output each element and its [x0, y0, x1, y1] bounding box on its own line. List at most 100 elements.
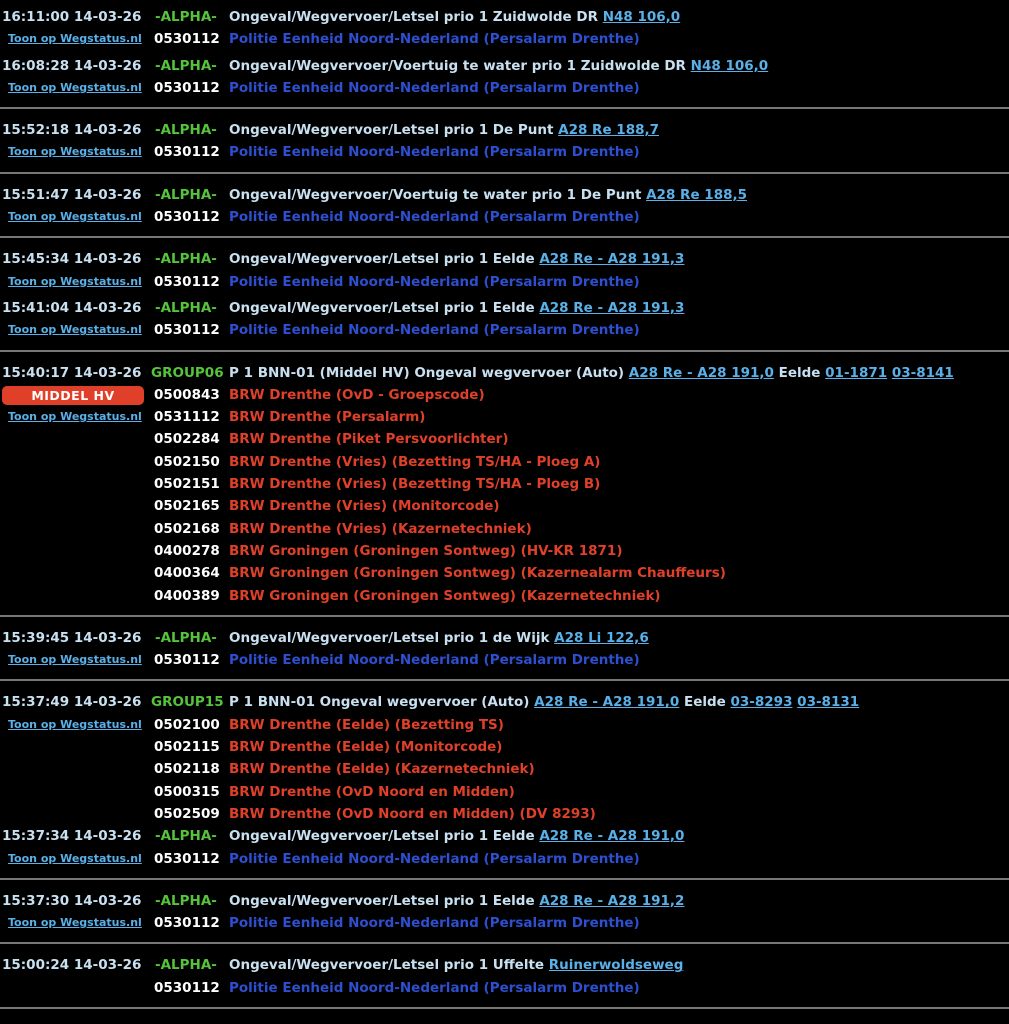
message-text: Ongeval/Wegvervoer/Letsel prio 1 Eelde A…: [229, 890, 684, 912]
wegstatus-link[interactable]: Toon op Wegstatus.nl: [8, 912, 142, 934]
incident-description: Ongeval/Wegvervoer/Letsel prio 1 Zuidwol…: [229, 9, 598, 25]
group-label: -ALPHA-: [155, 828, 217, 845]
message-text: Ongeval/Wegvervoer/Letsel prio 1 Eelde A…: [229, 297, 684, 319]
incident-description: Ongeval/Wegvervoer/Voertuig te water pri…: [229, 186, 642, 203]
wegstatus-link[interactable]: Toon op Wegstatus.nl: [8, 206, 142, 228]
road-link[interactable]: A28 Re 188,5: [646, 187, 747, 203]
road-link[interactable]: A28 Re - A28 191,0: [629, 365, 774, 381]
message-recipient: Toon op Wegstatus.nl 0530112 Politie Een…: [0, 271, 1009, 293]
road-link[interactable]: N48 106,0: [691, 58, 769, 74]
message-header: 15:41:04 14-03-26 -ALPHA- Ongeval/Wegver…: [0, 297, 1009, 319]
group-label: GROUP15: [151, 694, 224, 711]
capcode: 0502284: [154, 431, 220, 448]
message-block: 15:45:34 14-03-26 -ALPHA- Ongeval/Wegver…: [0, 238, 1009, 341]
timestamp: 15:37:34 14-03-26: [2, 828, 142, 845]
unit-link[interactable]: 03-8141: [892, 365, 954, 381]
message-block: 15:51:47 14-03-26 -ALPHA- Ongeval/Wegver…: [0, 174, 1009, 229]
recipient-org: BRW Groningen (Groningen Sontweg) (Kazer…: [229, 565, 726, 582]
message-text: Ongeval/Wegvervoer/Letsel prio 1 De Punt…: [229, 119, 659, 141]
message-recipient: Toon op Wegstatus.nl 0530112 Politie Een…: [0, 206, 1009, 228]
incident-description: Ongeval/Wegvervoer/Letsel prio 1 Eelde: [229, 892, 535, 909]
road-link[interactable]: A28 Re - A28 191,3: [539, 251, 684, 267]
capcode: 0500315: [154, 783, 220, 800]
road-link[interactable]: A28 Re - A28 191,3: [539, 300, 684, 316]
capcode: 0530112: [154, 322, 220, 339]
message-text: Ongeval/Wegvervoer/Letsel prio 1 de Wijk…: [229, 627, 649, 649]
unit-row: Toon op Wegstatus.nl 0531112 BRW Drenthe…: [0, 406, 1009, 428]
unit-row: 0400278 BRW Groningen (Groningen Sontweg…: [0, 540, 1009, 562]
recipient-org: Politie Eenheid Noord-Nederland (Persala…: [229, 31, 640, 48]
unit-row: 0502150 BRW Drenthe (Vries) (Bezetting T…: [0, 451, 1009, 473]
capcode: 0530112: [154, 915, 220, 932]
message-header: 15:39:45 14-03-26 -ALPHA- Ongeval/Wegver…: [0, 627, 1009, 649]
capcode: 0400389: [154, 587, 220, 604]
group-label: -ALPHA-: [155, 299, 217, 316]
unit-row: 0500315 BRW Drenthe (OvD Noord en Midden…: [0, 781, 1009, 803]
road-link[interactable]: Ruinerwoldseweg: [549, 957, 684, 973]
recipient-org: Politie Eenheid Noord-Nederland (Persala…: [229, 915, 640, 932]
wegstatus-link[interactable]: Toon op Wegstatus.nl: [8, 406, 142, 428]
incident-description: Ongeval/Wegvervoer/Letsel prio 1 De Punt: [229, 122, 554, 139]
group-label: -ALPHA-: [155, 892, 217, 909]
message-recipient: Toon op Wegstatus.nl 0530112 Politie Een…: [0, 319, 1009, 341]
road-link[interactable]: A28 Re - A28 191,2: [539, 893, 684, 909]
capcode: 0530112: [154, 273, 220, 290]
timestamp: 15:39:45 14-03-26: [2, 629, 142, 646]
message-header: 15:51:47 14-03-26 -ALPHA- Ongeval/Wegver…: [0, 184, 1009, 206]
capcode: 0502150: [154, 453, 220, 470]
message-block: 16:11:00 14-03-26 -ALPHA- Ongeval/Wegver…: [0, 0, 1009, 99]
wegstatus-link[interactable]: Toon op Wegstatus.nl: [8, 714, 142, 736]
message-block: 15:37:49 14-03-26 GROUP15 P 1 BNN-01 Ong…: [0, 681, 1009, 869]
place-name: Eelde: [778, 364, 821, 381]
unit-link[interactable]: 03-8131: [797, 694, 859, 710]
timestamp: 15:41:04 14-03-26: [2, 299, 142, 316]
message-text: Ongeval/Wegvervoer/Letsel prio 1 Eelde A…: [229, 248, 684, 270]
capcode: 0400278: [154, 542, 220, 559]
unit-row: MIDDEL HV 0500843 BRW Drenthe (OvD - Gro…: [0, 384, 1009, 406]
road-link[interactable]: N48 106,0: [603, 9, 681, 25]
recipient-org: BRW Drenthe (Piket Persvoorlichter): [229, 431, 509, 448]
message-text: P 1 BNN-01 Ongeval wegvervoer (Auto) A28…: [229, 691, 859, 713]
wegstatus-link[interactable]: Toon op Wegstatus.nl: [8, 77, 142, 99]
category-badge: MIDDEL HV: [2, 385, 144, 405]
message-recipient: Toon op Wegstatus.nl 0530112 Politie Een…: [0, 141, 1009, 163]
message-header: 15:40:17 14-03-26 GROUP06 P 1 BNN-01 (Mi…: [0, 362, 1009, 384]
unit-row: 0502151 BRW Drenthe (Vries) (Bezetting T…: [0, 473, 1009, 495]
message-header: 15:37:49 14-03-26 GROUP15 P 1 BNN-01 Ong…: [0, 691, 1009, 713]
wegstatus-link[interactable]: Toon op Wegstatus.nl: [8, 319, 142, 341]
recipient-org: BRW Groningen (Groningen Sontweg) (Kazer…: [229, 587, 661, 604]
message-header: 15:37:34 14-03-26 -ALPHA- Ongeval/Wegver…: [0, 825, 1009, 847]
recipient-org: BRW Drenthe (Persalarm): [229, 409, 426, 426]
wegstatus-link[interactable]: Toon op Wegstatus.nl: [8, 141, 142, 163]
recipient-org: BRW Drenthe (OvD Noord en Midden): [229, 783, 515, 800]
road-link[interactable]: A28 Re - A28 191,0: [534, 694, 679, 710]
recipient-org: Politie Eenheid Noord-Nederland (Persala…: [229, 79, 640, 96]
wegstatus-link[interactable]: Toon op Wegstatus.nl: [8, 28, 142, 50]
wegstatus-link[interactable]: Toon op Wegstatus.nl: [8, 271, 142, 293]
road-link[interactable]: A28 Li 122,6: [554, 630, 649, 646]
message-header: 15:45:34 14-03-26 -ALPHA- Ongeval/Wegver…: [0, 248, 1009, 270]
road-link[interactable]: A28 Re - A28 191,0: [539, 828, 684, 844]
recipient-org: Politie Eenheid Noord-Nederland (Persala…: [229, 979, 640, 996]
timestamp: 15:51:47 14-03-26: [2, 186, 142, 203]
wegstatus-link[interactable]: Toon op Wegstatus.nl: [8, 848, 142, 870]
wegstatus-link[interactable]: Toon op Wegstatus.nl: [8, 649, 142, 671]
road-link[interactable]: A28 Re 188,7: [558, 122, 659, 138]
capcode: 0500843: [154, 386, 220, 403]
unit-link[interactable]: 03-8293: [731, 694, 793, 710]
unit-row: 0502284 BRW Drenthe (Piket Persvoorlicht…: [0, 428, 1009, 450]
capcode: 0502151: [154, 476, 220, 493]
message-block: 15:40:17 14-03-26 GROUP06 P 1 BNN-01 (Mi…: [0, 352, 1009, 607]
capcode: 0502118: [154, 761, 220, 778]
message-block: 15:37:30 14-03-26 -ALPHA- Ongeval/Wegver…: [0, 880, 1009, 935]
capcode: 0530112: [154, 31, 220, 48]
recipient-org: BRW Drenthe (Vries) (Bezetting TS/HA - P…: [229, 476, 601, 493]
recipient-org: BRW Drenthe (OvD Noord en Midden) (DV 82…: [229, 805, 596, 822]
capcode: 0530112: [154, 979, 220, 996]
message-text: P 1 BNN-01 (Middel HV) Ongeval wegvervoe…: [229, 362, 954, 384]
unit-link[interactable]: 01-1871: [825, 365, 887, 381]
recipient-org: BRW Drenthe (Vries) (Bezetting TS/HA - P…: [229, 453, 601, 470]
recipient-org: Politie Eenheid Noord-Nederland (Persala…: [229, 652, 640, 669]
message-recipient: Toon op Wegstatus.nl 0530112 Politie Een…: [0, 77, 1009, 99]
timestamp: 15:00:24 14-03-26: [2, 957, 142, 974]
